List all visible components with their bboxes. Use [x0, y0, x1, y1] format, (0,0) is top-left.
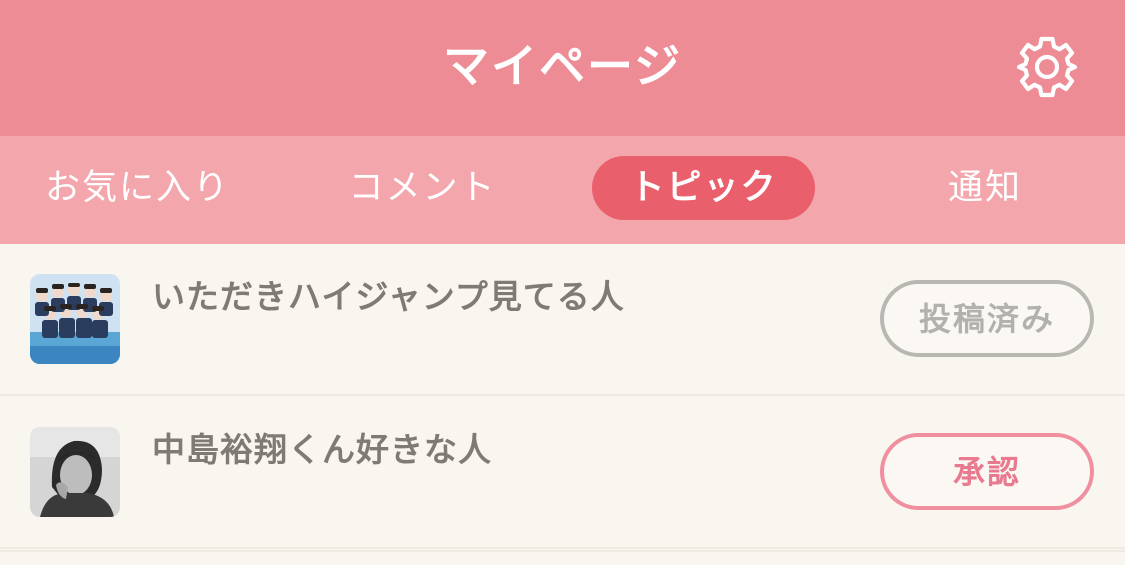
approve-button[interactable]: 承認 [880, 433, 1094, 510]
topic-thumbnail [30, 274, 120, 364]
list-divider [0, 550, 1125, 565]
posted-status-button[interactable]: 投稿済み [880, 280, 1094, 357]
header-bar: マイページ [0, 0, 1125, 136]
topic-row[interactable]: いただきハイジャンプ見てる人 投稿済み [0, 244, 1125, 396]
topic-row[interactable]: 中島裕翔くん好きな人 承認 [0, 397, 1125, 549]
topic-title: いただきハイジャンプ見てる人 [152, 277, 625, 316]
gear-icon[interactable] [1014, 34, 1080, 100]
tab-topics[interactable]: トピック [592, 156, 815, 220]
page-title: マイページ [442, 39, 683, 93]
tab-bar: お気に入り コメント トピック 通知 [0, 136, 1125, 244]
tab-favorites[interactable]: お気に入り [30, 156, 245, 220]
topic-thumbnail [30, 427, 120, 517]
topic-title: 中島裕翔くん好きな人 [152, 430, 492, 469]
tab-notifications[interactable]: 通知 [930, 156, 1040, 220]
tab-comments[interactable]: コメント [335, 156, 510, 220]
